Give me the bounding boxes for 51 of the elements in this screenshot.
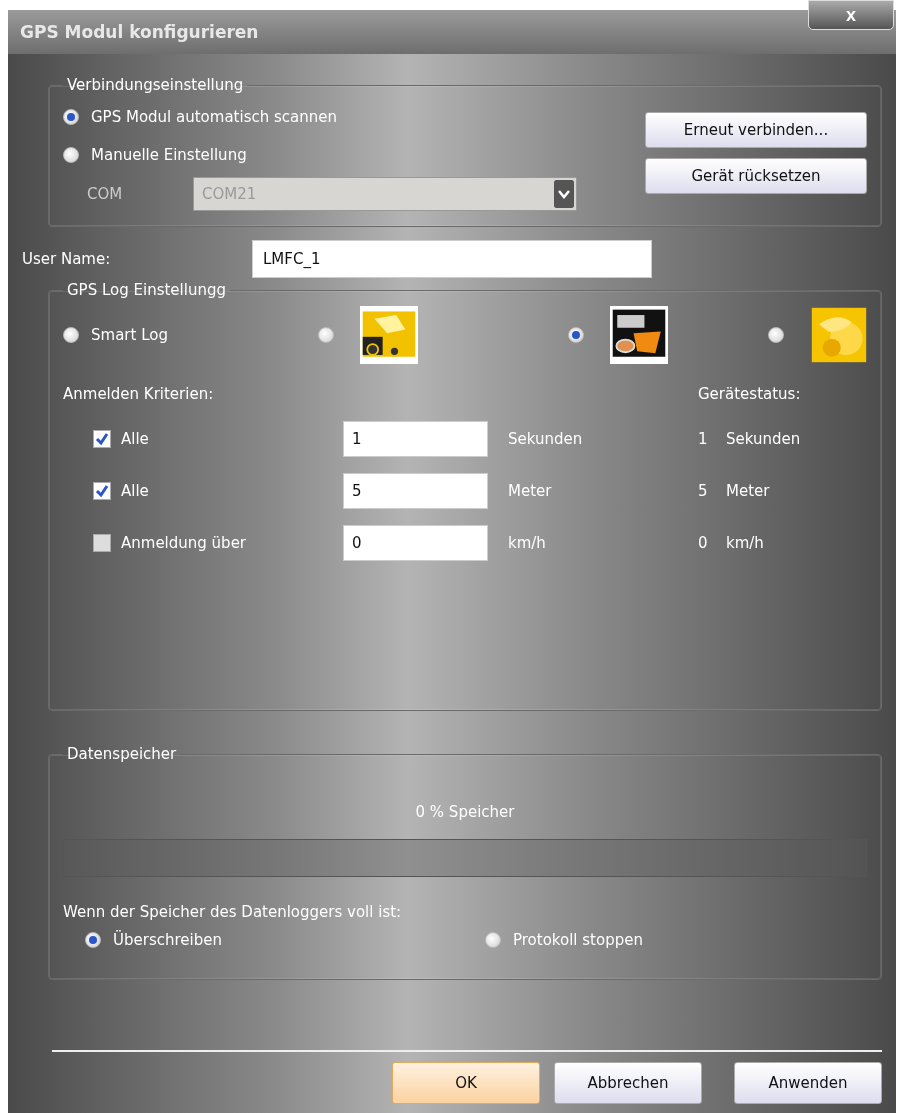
- checkbox-label[interactable]: Anmeldung über: [121, 534, 247, 552]
- close-button[interactable]: x: [808, 0, 894, 30]
- number-field[interactable]: 0: [343, 525, 488, 561]
- checkbox-label[interactable]: Alle: [121, 482, 149, 500]
- radio-button[interactable]: [568, 327, 584, 343]
- group-title: Datenspeicher: [66, 745, 178, 763]
- unit-label: km/h: [507, 534, 547, 552]
- radio-label[interactable]: Smart Log: [91, 326, 168, 344]
- radio-button[interactable]: [63, 327, 79, 343]
- status-unit: Meter: [726, 482, 771, 500]
- status-value: 1: [698, 430, 709, 448]
- status-unit: Sekunden: [726, 430, 802, 448]
- radio-label[interactable]: GPS Modul automatisch scannen: [91, 108, 337, 126]
- radio-button[interactable]: [485, 932, 501, 948]
- section-label: Gerätestatus:: [698, 385, 802, 403]
- checkbox[interactable]: [93, 534, 111, 552]
- radio-label[interactable]: Überschreiben: [113, 931, 222, 949]
- checkbox-label[interactable]: Alle: [121, 430, 149, 448]
- group-title: GPS Log Einstellungg: [66, 281, 227, 299]
- status-value: 5: [698, 482, 709, 500]
- dialog-button[interactable]: Abbrechen: [554, 1062, 702, 1104]
- number-field[interactable]: 5: [343, 473, 488, 509]
- radio-label[interactable]: Manuelle Einstellung: [91, 146, 247, 164]
- number-field[interactable]: 1: [343, 421, 488, 457]
- com-label: COM: [87, 185, 124, 203]
- checkbox[interactable]: [93, 482, 111, 500]
- unit-label: Meter: [507, 482, 553, 500]
- radio-label[interactable]: Protokoll stoppen: [513, 931, 643, 949]
- action-button[interactable]: Gerät rücksetzen: [645, 158, 867, 194]
- user-name-field[interactable]: LMFC_1: [252, 240, 652, 278]
- radio-button[interactable]: [768, 327, 784, 343]
- window-title: GPS Modul konfigurieren: [20, 22, 259, 42]
- machine-picture-icon: [610, 306, 668, 364]
- radio-button[interactable]: [63, 147, 79, 163]
- dialog-button[interactable]: Anwenden: [734, 1062, 882, 1104]
- radio-button[interactable]: [318, 327, 334, 343]
- status-unit: km/h: [726, 534, 765, 552]
- field-label: User Name:: [22, 250, 112, 268]
- section-label: Anmelden Kriterien:: [63, 385, 215, 403]
- progress-reading: 0 % Speicher: [414, 803, 516, 821]
- group-title: Verbindungseinstellung: [66, 76, 245, 94]
- action-button[interactable]: Erneut verbinden...: [645, 112, 867, 148]
- dialog-button[interactable]: OK: [392, 1062, 540, 1104]
- radio-button[interactable]: [63, 109, 79, 125]
- unit-label: Sekunden: [507, 430, 584, 448]
- option-label: Wenn der Speicher des Datenloggers voll ist:: [63, 903, 403, 921]
- flower-picture-icon: [810, 306, 868, 364]
- radio-button[interactable]: [85, 932, 101, 948]
- status-value: 0: [698, 534, 709, 552]
- checkbox[interactable]: [93, 430, 111, 448]
- truck-picture-icon: [360, 306, 418, 364]
